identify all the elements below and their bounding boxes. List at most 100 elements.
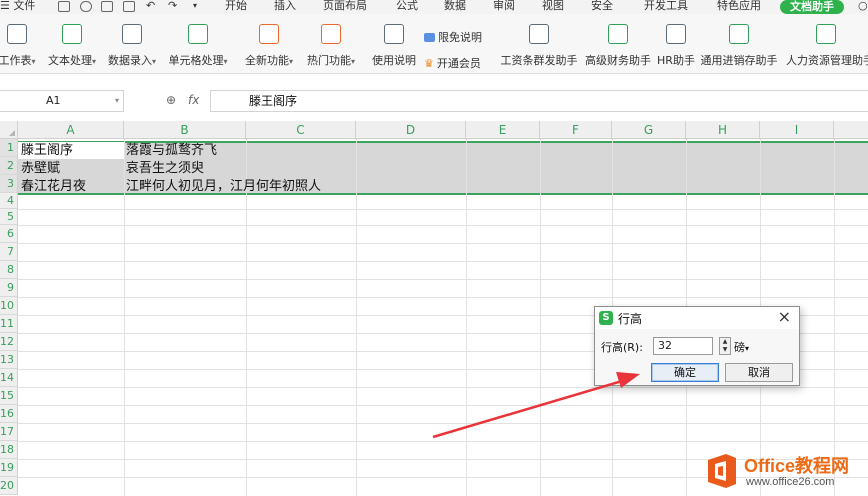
menu-bar: ☰ 文件 ↶ ↷ ▾ 开始 插入 页面布局 公式 数据 审阅 视图 安全 开发工…	[0, 0, 868, 14]
row-header-13[interactable]: 13	[0, 351, 18, 369]
column-header-c[interactable]: C	[246, 121, 356, 139]
row-header-5[interactable]: 5	[0, 209, 18, 225]
worksheet-button[interactable]: 工作表▾	[0, 14, 40, 74]
name-box[interactable]: A1 ▾	[0, 90, 124, 112]
row-header-11[interactable]: 11	[0, 315, 18, 333]
cancel-button[interactable]: 取消	[725, 363, 793, 382]
zoom-icon[interactable]: ⊕	[166, 93, 180, 107]
column-header-f[interactable]: F	[540, 121, 612, 139]
file-menu[interactable]: ☰ 文件	[0, 0, 35, 14]
tab-data[interactable]: 数据	[444, 0, 466, 14]
hr-management-icon	[816, 24, 836, 44]
cell-a3[interactable]: 春江花月夜	[21, 178, 86, 195]
tab-insert[interactable]: 插入	[274, 0, 296, 14]
cell-a2[interactable]: 赤壁赋	[21, 160, 60, 177]
row-header-16[interactable]: 16	[0, 405, 18, 423]
cell-reference: A1	[46, 94, 61, 107]
column-header-d[interactable]: D	[356, 121, 466, 139]
column-header-e[interactable]: E	[466, 121, 540, 139]
formula-input[interactable]: 滕王阁序	[210, 90, 868, 112]
dialog-titlebar[interactable]: S 行高 ×	[595, 307, 799, 329]
row-header-2[interactable]: 2	[0, 157, 18, 175]
chevron-down-icon: ▾	[223, 57, 228, 66]
new-feature-label: 全新功能	[244, 54, 289, 67]
unit-select[interactable]: 磅▾	[734, 339, 749, 355]
gridline	[356, 139, 357, 496]
cell-b1[interactable]: 落霞与孤鹜齐飞	[126, 142, 217, 159]
new-feature-button[interactable]: 全新功能▾	[240, 14, 298, 74]
row-header-9[interactable]: 9	[0, 279, 18, 297]
text-process-button[interactable]: 文本处理▾	[44, 14, 100, 74]
row-header-19[interactable]: 19	[0, 459, 18, 477]
tab-developer[interactable]: 开发工具	[644, 0, 688, 14]
inventory-assistant-button[interactable]: 通用进销存助手	[698, 14, 780, 74]
tab-special-apps[interactable]: 特色应用	[717, 0, 761, 14]
row-header-17[interactable]: 17	[0, 423, 18, 441]
tab-formulas[interactable]: 公式	[396, 0, 418, 14]
cell-a1[interactable]: 滕王阁序	[21, 142, 73, 159]
column-header-g[interactable]: G	[612, 121, 686, 139]
row-header-1[interactable]: 1	[0, 139, 18, 157]
quick-access-dropdown-icon[interactable]: ▾	[193, 0, 197, 14]
row-header-3[interactable]: 3	[0, 175, 18, 193]
row-header-10[interactable]: 10	[0, 297, 18, 315]
new-feature-icon	[259, 24, 279, 44]
column-header-i[interactable]: I	[760, 121, 834, 139]
tab-review[interactable]: 审阅	[493, 0, 515, 14]
help-doc-icon	[384, 24, 404, 44]
gridline	[18, 209, 868, 210]
limit-free-button[interactable]: 限免说明	[424, 29, 482, 45]
chevron-down-icon: ▾	[151, 57, 156, 66]
payslip-assistant-button[interactable]: 工资条群发助手	[498, 14, 580, 74]
tab-security[interactable]: 安全	[591, 0, 613, 14]
gridline	[18, 405, 868, 406]
print-preview-icon[interactable]	[123, 1, 135, 12]
row-header-18[interactable]: 18	[0, 441, 18, 459]
row-header-20[interactable]: 20	[0, 477, 18, 495]
row-header-6[interactable]: 6	[0, 225, 18, 243]
finance-assistant-button[interactable]: 高级财务助手	[582, 14, 654, 74]
hr-management-assistant-button[interactable]: 人力资源管理助手	[784, 14, 868, 74]
row-header-14[interactable]: 14	[0, 369, 18, 387]
data-entry-button[interactable]: 数据录入▾	[104, 14, 160, 74]
tab-home[interactable]: 开始	[225, 0, 247, 14]
chevron-down-icon: ▾	[114, 96, 119, 105]
gridline	[124, 139, 125, 496]
row-header-7[interactable]: 7	[0, 243, 18, 261]
row-header-4[interactable]: 4	[0, 193, 18, 209]
row-height-input[interactable]: 32	[653, 337, 713, 355]
inventory-icon	[729, 24, 749, 44]
output-pdf-icon[interactable]	[80, 1, 92, 12]
hot-feature-button[interactable]: 热门功能▾	[302, 14, 360, 74]
hamburger-icon: ☰	[0, 0, 14, 12]
row-header-12[interactable]: 12	[0, 333, 18, 351]
cell-b2[interactable]: 哀吾生之须臾	[126, 160, 204, 177]
gridline	[18, 243, 868, 244]
cell-process-button[interactable]: 单元格处理▾	[164, 14, 232, 74]
save-icon[interactable]	[58, 1, 70, 12]
file-menu-label: 文件	[13, 0, 36, 12]
close-icon[interactable]: ×	[778, 308, 791, 326]
row-header-15[interactable]: 15	[0, 387, 18, 405]
column-header-h[interactable]: H	[686, 121, 760, 139]
print-icon[interactable]	[101, 1, 113, 12]
undo-icon[interactable]: ↶	[146, 0, 155, 14]
cell-b3[interactable]: 江畔何人初见月，江月何年初照人	[126, 178, 321, 195]
row-header-8[interactable]: 8	[0, 261, 18, 279]
function-icon[interactable]: fx	[188, 92, 199, 108]
wps-logo-icon: S	[599, 311, 613, 325]
redo-icon[interactable]: ↷	[168, 0, 177, 14]
tab-view[interactable]: 视图	[542, 0, 564, 14]
row-height-stepper[interactable]: ▲ ▼	[719, 337, 731, 355]
search-icon[interactable]: ○	[858, 0, 868, 14]
help-doc-button[interactable]: 使用说明	[366, 14, 422, 74]
hr-assistant-button[interactable]: HR助手	[656, 14, 696, 74]
column-header-a[interactable]: A	[18, 121, 124, 139]
tab-doc-assistant[interactable]: 文档助手	[780, 0, 844, 14]
tab-page-layout[interactable]: 页面布局	[323, 0, 367, 14]
worksheet-icon	[7, 24, 27, 44]
ok-button[interactable]: 确定	[651, 363, 719, 382]
open-member-button[interactable]: ♛ 开通会员	[424, 55, 481, 71]
column-header-b[interactable]: B	[124, 121, 246, 139]
select-all-corner[interactable]	[0, 121, 18, 139]
